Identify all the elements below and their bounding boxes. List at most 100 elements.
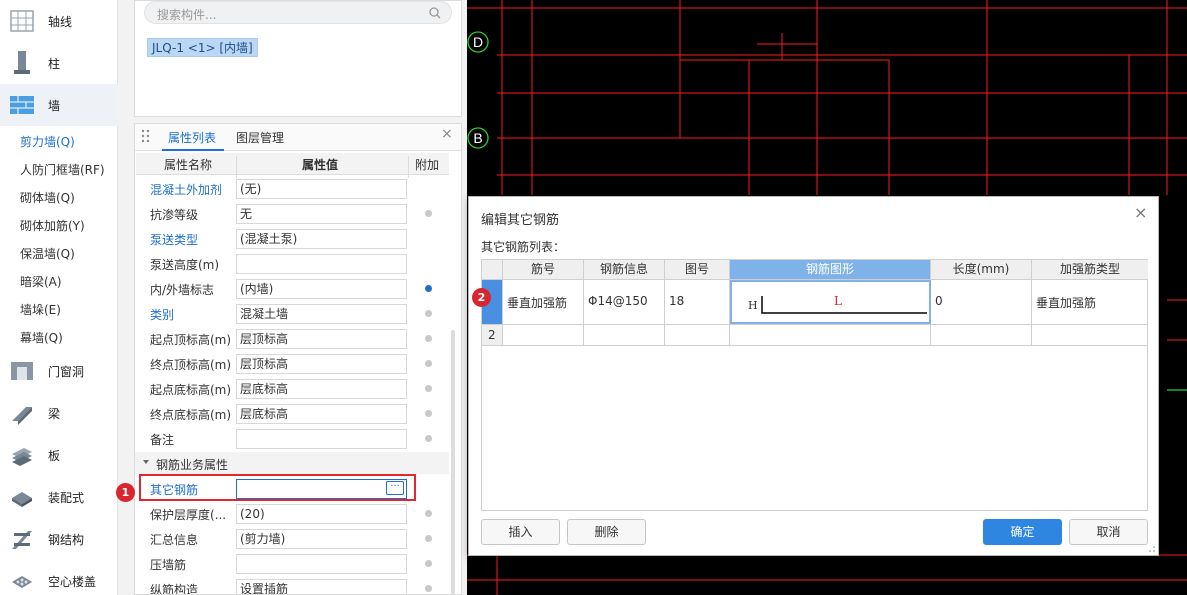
property-value[interactable]: (剪力墙) — [236, 529, 407, 549]
rebar-table: 筋号 钢筋信息 图号 钢筋图形 长度(mm) 加强筋类型 垂直加强筋 Φ14@1… — [481, 259, 1148, 511]
sidebar-category-label: 空心楼盖 — [48, 574, 97, 589]
sidebar-category-slab[interactable]: 板 — [0, 434, 118, 476]
property-value[interactable]: 层顶标高 — [236, 329, 407, 349]
close-icon[interactable]: × — [441, 127, 453, 141]
annotation-badge-1: 1 — [116, 483, 135, 502]
property-value[interactable]: 层顶标高 — [236, 354, 407, 374]
table-cell[interactable] — [730, 325, 931, 345]
extra-checkbox[interactable] — [425, 310, 432, 317]
property-row: 混凝土外加剂 (无) — [135, 176, 455, 201]
property-name: 终点顶标高(m) — [150, 358, 232, 372]
table-row[interactable]: 2 — [482, 325, 1148, 346]
table-cell[interactable] — [1032, 325, 1148, 345]
close-icon[interactable]: × — [1134, 205, 1148, 221]
sidebar-item-masonry-reinforcement[interactable]: 砌体加筋(Y) — [20, 217, 85, 234]
extra-checkbox[interactable] — [425, 335, 432, 342]
table-cell[interactable] — [584, 325, 665, 345]
column-header[interactable]: 图号 — [665, 260, 730, 279]
column-header-name: 属性名称 — [164, 158, 213, 172]
table-cell[interactable] — [931, 325, 1032, 345]
extra-checkbox[interactable] — [425, 360, 432, 367]
sidebar-item-curtain-wall[interactable]: 幕墙(Q) — [20, 329, 63, 346]
rebar-shape-cell[interactable]: H L — [730, 280, 931, 324]
resize-grip-icon[interactable] — [1148, 545, 1156, 553]
component-item[interactable]: JLQ-1 <1> [内墙] — [147, 38, 258, 57]
extra-checkbox[interactable] — [425, 510, 432, 517]
table-cell[interactable]: 垂直加强筋 — [1032, 280, 1148, 324]
sidebar-category-wall[interactable]: 墙 — [0, 84, 118, 126]
search-input[interactable]: 搜索构件... — [157, 6, 216, 23]
shape-l-label: L — [834, 294, 842, 308]
sidebar-item-insulation-wall[interactable]: 保温墙(Q) — [20, 245, 75, 262]
property-value[interactable]: 层底标高 — [236, 379, 407, 399]
column-header[interactable]: 筋号 — [503, 260, 584, 279]
beam-icon — [9, 400, 35, 426]
table-cell[interactable]: 垂直加强筋 — [503, 280, 584, 324]
row-number[interactable]: 2 — [482, 325, 503, 345]
sidebar-category-prefab[interactable]: 装配式 — [0, 476, 118, 518]
property-value[interactable]: 层底标高 — [236, 404, 407, 424]
property-row: 泵送类型 (混凝土泵) — [135, 226, 455, 251]
sidebar-category-label: 板 — [48, 448, 61, 463]
property-group-header[interactable]: 钢筋业务属性 — [135, 452, 449, 474]
extra-checkbox[interactable] — [425, 410, 432, 417]
column-header-selected[interactable]: 钢筋图形 — [730, 260, 931, 279]
table-cell[interactable]: Φ14@150 — [584, 280, 665, 324]
table-cell[interactable]: 0 — [931, 280, 1032, 324]
insert-button[interactable]: 插入 — [481, 519, 560, 545]
edit-other-rebar-dialog: 编辑其它钢筋 × 其它钢筋列表： 筋号 钢筋信息 图号 钢筋图形 长度(mm) … — [468, 196, 1159, 556]
property-name: 备注 — [150, 433, 175, 447]
property-value[interactable]: (无) — [236, 179, 407, 199]
cancel-button[interactable]: 取消 — [1069, 519, 1148, 545]
sidebar-category-axis[interactable]: 轴线 — [0, 0, 118, 42]
property-name: 保护层厚度(... — [150, 508, 227, 522]
sidebar-category-label: 钢结构 — [48, 532, 85, 547]
property-value[interactable]: 无 — [236, 204, 407, 224]
ok-button[interactable]: 确定 — [983, 519, 1062, 545]
property-value[interactable]: (20) — [236, 504, 407, 524]
extra-checkbox[interactable] — [425, 585, 432, 592]
table-cell[interactable] — [665, 325, 730, 345]
sidebar-item-wall-pier[interactable]: 墙垛(E) — [20, 301, 61, 318]
property-value[interactable]: (内墙) — [236, 279, 407, 299]
sidebar-category-column[interactable]: 柱 — [0, 42, 118, 84]
property-value[interactable]: 设置插筋 — [236, 579, 407, 594]
table-row[interactable]: 垂直加强筋 Φ14@150 18 H L 0 垂直加强筋 — [482, 280, 1148, 325]
sidebar-item-shear-wall[interactable]: 剪力墙(Q) — [20, 133, 75, 150]
search-icon[interactable] — [429, 7, 441, 19]
property-value[interactable] — [236, 254, 407, 274]
property-value[interactable] — [236, 554, 407, 574]
sidebar-item-hidden-beam[interactable]: 暗梁(A) — [20, 273, 62, 290]
extra-checkbox[interactable] — [425, 560, 432, 567]
column-header[interactable]: 加强筋类型 — [1032, 260, 1148, 279]
sidebar-category-steel[interactable]: 钢结构 — [0, 518, 118, 560]
property-value[interactable]: (混凝土泵) — [236, 229, 407, 249]
axis-label-d: D — [473, 34, 483, 50]
sidebar-item-civil-defense-wall[interactable]: 人防门框墙(RF) — [20, 161, 105, 178]
table-cell[interactable]: 18 — [665, 280, 730, 324]
sidebar-category-beam[interactable]: 梁 — [0, 392, 118, 434]
extra-checkbox[interactable] — [425, 210, 432, 217]
collapse-caret-icon[interactable] — [143, 460, 149, 464]
column-header[interactable]: 长度(mm) — [931, 260, 1032, 279]
property-name: 终点底标高(m) — [150, 408, 232, 422]
delete-button[interactable]: 删除 — [567, 519, 646, 545]
sidebar-category-hollow-floor[interactable]: 空心楼盖 — [0, 560, 118, 595]
tab-layer-management[interactable]: 图层管理 — [236, 129, 284, 146]
property-value[interactable]: 混凝土墙 — [236, 304, 407, 324]
search-box[interactable]: 搜索构件... — [144, 1, 452, 24]
extra-checkbox[interactable] — [425, 435, 432, 442]
table-header: 筋号 钢筋信息 图号 钢筋图形 长度(mm) 加强筋类型 — [482, 260, 1148, 280]
property-row: 泵送高度(m) — [135, 251, 455, 276]
scrollbar[interactable] — [451, 330, 455, 595]
drag-handle-icon[interactable] — [141, 129, 151, 143]
extra-checkbox[interactable] — [425, 385, 432, 392]
table-cell[interactable] — [503, 325, 584, 345]
extra-checkbox[interactable] — [425, 285, 432, 292]
sidebar-category-door-window[interactable]: 门窗洞 — [0, 350, 118, 392]
sidebar-item-masonry-wall[interactable]: 砌体墙(Q) — [20, 189, 75, 206]
tab-property-list[interactable]: 属性列表 — [168, 129, 216, 146]
extra-checkbox[interactable] — [425, 535, 432, 542]
column-header[interactable]: 钢筋信息 — [584, 260, 665, 279]
property-value[interactable] — [236, 429, 407, 449]
